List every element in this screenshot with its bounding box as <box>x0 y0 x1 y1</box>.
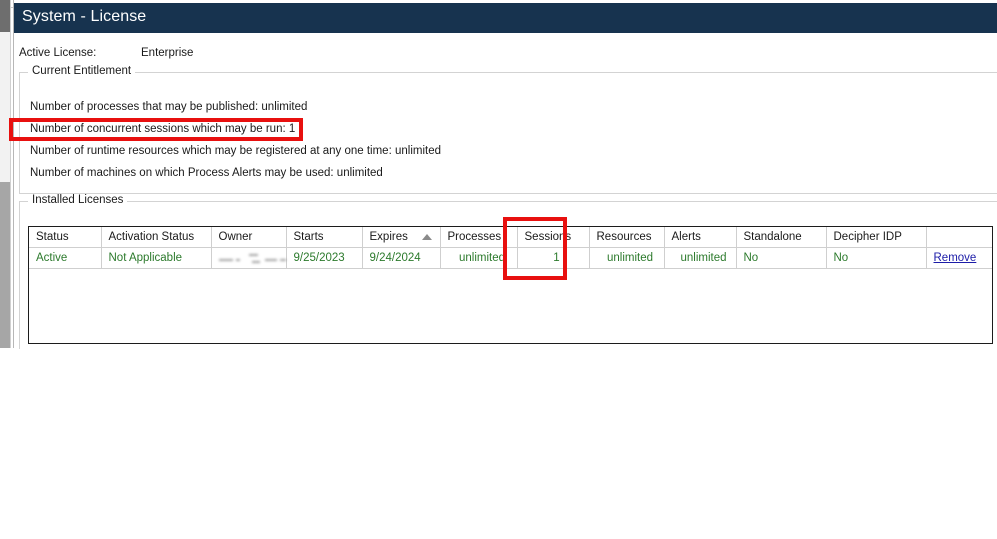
entitlement-line-sessions: Number of concurrent sessions which may … <box>30 123 296 135</box>
cell-processes: unlimited <box>440 247 518 269</box>
cell-decipher-idp: No <box>826 247 927 269</box>
table-header-row: Status Activation Status Owner Starts Ex… <box>29 227 992 248</box>
cell-resources: unlimited <box>589 247 665 269</box>
column-header-processes[interactable]: Processes <box>440 227 518 248</box>
license-content-panel: System - License Active License: Enterpr… <box>14 0 997 349</box>
left-nav-edge <box>0 182 10 348</box>
cell-alerts: unlimited <box>664 247 737 269</box>
column-header-starts[interactable]: Starts <box>286 227 363 248</box>
cell-standalone: No <box>736 247 827 269</box>
column-header-expires[interactable]: Expires <box>362 227 441 248</box>
column-header-standalone[interactable]: Standalone <box>736 227 827 248</box>
column-header-actions[interactable] <box>926 227 992 248</box>
left-scrollbar-track[interactable] <box>0 0 10 348</box>
cell-action: Remove <box>926 247 992 269</box>
column-header-expires-label: Expires <box>369 231 408 243</box>
entitlement-line-resources: Number of runtime resources which may be… <box>30 145 441 157</box>
active-license-label: Active License: <box>19 47 97 59</box>
entitlement-line-processes: Number of processes that may be publishe… <box>30 101 308 113</box>
sort-ascending-icon <box>421 234 432 240</box>
cell-starts: 9/25/2023 <box>286 247 363 269</box>
cell-sessions: 1 <box>517 247 590 269</box>
left-scrollbar-thumb[interactable] <box>0 0 10 32</box>
active-license-row: Active License: Enterprise <box>19 47 519 63</box>
page-title-bar: System - License <box>14 3 997 33</box>
column-header-resources[interactable]: Resources <box>589 227 665 248</box>
active-license-value: Enterprise <box>141 47 194 59</box>
cell-owner-redacted <box>211 247 287 269</box>
cell-status: Active <box>29 247 102 269</box>
column-header-decipher-idp[interactable]: Decipher IDP <box>826 227 927 248</box>
gutter-divider <box>10 0 11 348</box>
entitlement-line-alerts: Number of machines on which Process Aler… <box>30 167 383 179</box>
column-header-activation-status[interactable]: Activation Status <box>101 227 212 248</box>
installed-licenses-groupbox: Installed Licenses Status Activation Sta… <box>19 194 997 349</box>
remove-license-link[interactable]: Remove <box>934 252 977 264</box>
column-header-alerts[interactable]: Alerts <box>664 227 737 248</box>
column-header-owner[interactable]: Owner <box>211 227 287 248</box>
cell-expires: 9/24/2024 <box>362 247 441 269</box>
page-title: System - License <box>22 8 147 25</box>
current-entitlement-groupbox: Current Entitlement Number of processes … <box>19 65 997 194</box>
redacted-owner-value <box>218 252 293 264</box>
table-row[interactable]: Active Not Applicable 9/25/2023 9/24/202… <box>29 247 992 269</box>
installed-licenses-legend: Installed Licenses <box>28 194 128 206</box>
installed-licenses-table[interactable]: Status Activation Status Owner Starts Ex… <box>28 226 993 344</box>
current-entitlement-legend: Current Entitlement <box>28 65 136 77</box>
cell-activation-status: Not Applicable <box>101 247 212 269</box>
column-header-status[interactable]: Status <box>29 227 102 248</box>
column-header-sessions[interactable]: Sessions <box>517 227 590 248</box>
